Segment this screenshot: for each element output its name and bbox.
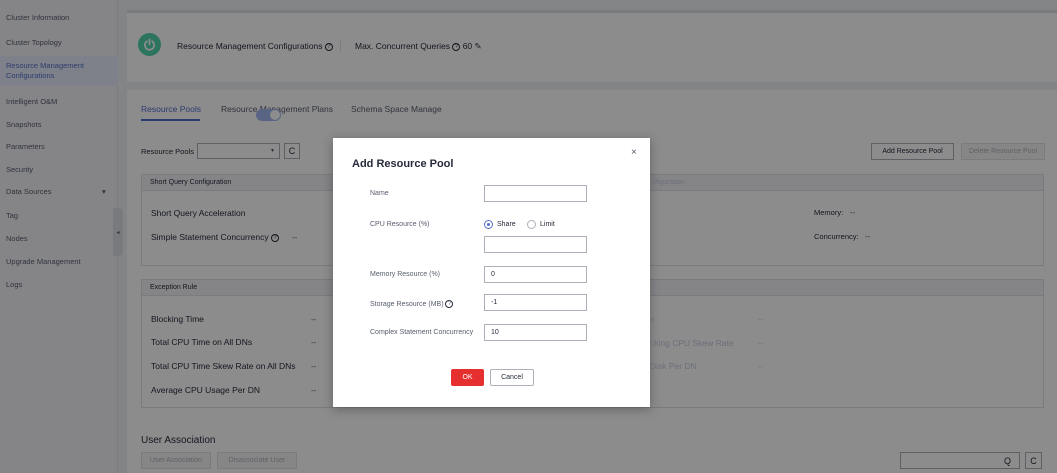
exception-right-value: -- (758, 315, 764, 324)
add-resource-pool-dialog: Add Resource Pool × Name CPU Resource (%… (333, 138, 650, 407)
close-icon[interactable]: × (631, 147, 637, 158)
exception-right-value: -- (758, 339, 764, 348)
storage-resource-input[interactable] (484, 294, 587, 311)
right-config-header-text: nfiguration (652, 179, 685, 186)
exception-right-label: e (650, 314, 655, 324)
cpu-resource-input[interactable] (484, 236, 587, 253)
memory-resource-label: Memory Resource (%) (370, 271, 441, 278)
exception-right-label: cking CPU Skew Rate (650, 338, 734, 348)
complex-concurrency-label: Complex Statement Concurrency (370, 329, 474, 336)
cpu-resource-label: CPU Resource (%) (370, 221, 430, 228)
memory-resource-input[interactable] (484, 266, 587, 283)
exception-right-label: Disk Per DN (650, 361, 697, 371)
name-label: Name (370, 190, 389, 197)
complex-concurrency-input[interactable] (484, 324, 587, 341)
exception-right-value: -- (758, 362, 764, 371)
cpu-limit-radio[interactable]: Limit (527, 220, 555, 229)
cpu-share-radio[interactable]: Share (484, 220, 516, 229)
cancel-button[interactable]: Cancel (490, 369, 534, 386)
ok-button[interactable]: OK (451, 369, 484, 386)
help-icon[interactable]: ? (445, 300, 454, 308)
dialog-title: Add Resource Pool (352, 158, 454, 170)
storage-resource-label: Storage Resource (MB) ? (370, 300, 454, 308)
name-input[interactable] (484, 185, 587, 202)
radio-checked-icon (484, 220, 493, 229)
radio-unchecked-icon (527, 220, 536, 229)
